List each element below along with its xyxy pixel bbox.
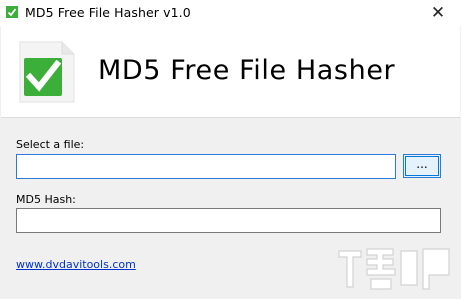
website-link[interactable]: www.dvdavitools.com — [16, 258, 136, 271]
browse-button[interactable]: ... — [403, 154, 441, 178]
close-button[interactable]: ✕ — [415, 0, 461, 26]
header-banner: MD5 Free File Hasher — [1, 26, 460, 118]
watermark-logo — [338, 248, 450, 290]
close-icon: ✕ — [430, 3, 446, 23]
file-path-input[interactable] — [16, 154, 396, 179]
file-label: Select a file: — [16, 138, 85, 151]
app-title: MD5 Free File Hasher — [98, 55, 396, 86]
hash-label: MD5 Hash: — [16, 193, 76, 206]
md5-hash-output[interactable] — [16, 208, 441, 233]
checkmark-document-icon — [19, 41, 75, 103]
app-icon — [6, 6, 18, 18]
title-bar: MD5 Free File Hasher v1.0 ✕ — [0, 0, 461, 26]
window-title: MD5 Free File Hasher v1.0 — [25, 5, 191, 20]
